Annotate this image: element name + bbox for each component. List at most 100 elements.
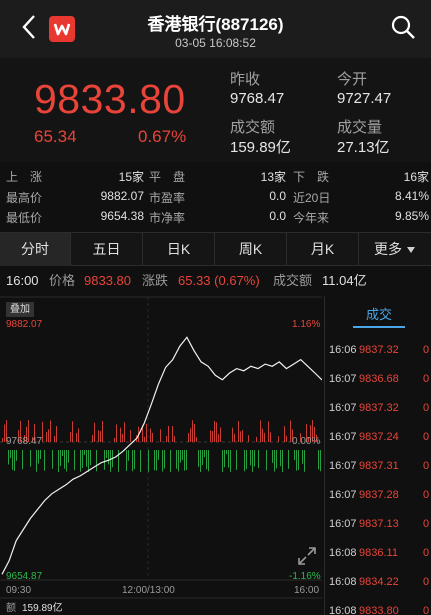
tab-weekly-k[interactable]: 周K <box>215 233 287 266</box>
up-label: 上 涨 <box>6 170 43 184</box>
x-axis-mid: 12:00/13:00 <box>122 585 175 596</box>
volume-bar <box>294 450 295 461</box>
d20-value: 8.41% <box>394 189 429 203</box>
quote-panel: 9833.80 65.34 0.67% 昨收 9768.47 今开 9727.4… <box>0 58 431 162</box>
tab-monthly-k[interactable]: 月K <box>287 233 359 266</box>
volume-bar <box>80 450 81 472</box>
trade-volume: 0 <box>423 576 430 588</box>
up-value: 15家 <box>118 170 144 184</box>
price-change: 65.34 <box>34 127 77 146</box>
volume-bar <box>250 450 251 466</box>
x-axis-end: 16:00 <box>294 585 320 596</box>
quote-timestamp: 03-05 16:08:52 <box>175 36 256 50</box>
info-amount-label: 成交额 <box>273 273 313 288</box>
volume-bar <box>188 433 189 442</box>
volume-bar <box>204 450 205 458</box>
volume-bar <box>182 450 183 461</box>
price-change-percent: 0.67% <box>138 127 187 146</box>
volume-bar <box>146 423 147 442</box>
volume-bar <box>92 434 93 442</box>
volume-bar <box>56 425 57 442</box>
volume-bar <box>60 450 61 466</box>
volume-bar <box>162 450 163 472</box>
trade-time: 16:08 <box>329 576 357 588</box>
volume-bar <box>10 450 11 459</box>
volume-bar <box>218 434 219 442</box>
tab-more[interactable]: 更多 <box>359 233 431 266</box>
trade-row: 16:07 9837.28 0 <box>325 481 431 510</box>
volume-bar <box>224 450 225 468</box>
volume-bar <box>74 450 75 471</box>
tab-daily-k[interactable]: 日K <box>143 233 215 266</box>
volume-bar <box>128 450 129 461</box>
trade-price: 9837.32 <box>359 344 399 356</box>
last-price: 9833.80 <box>34 76 186 122</box>
search-icon[interactable] <box>388 12 418 42</box>
volume-bar <box>78 428 79 442</box>
volume-bar <box>290 420 291 442</box>
trade-price: 9836.11 <box>359 547 398 559</box>
volume-bar <box>214 420 215 442</box>
overlay-badge[interactable]: 叠加 <box>6 302 34 317</box>
trade-time: 16:07 <box>329 460 357 472</box>
volume-bar <box>270 432 271 442</box>
volume-bar <box>16 450 17 461</box>
y-axis-mid-pct: 0.00% <box>292 436 321 447</box>
volume-bar <box>272 450 273 463</box>
volume-bar <box>152 432 153 442</box>
info-amount-value: 11.04亿 <box>322 273 367 288</box>
volume-label: 额 <box>6 603 16 614</box>
volume-bar <box>126 450 127 471</box>
volume-bar <box>298 450 299 471</box>
tab-five-day[interactable]: 五日 <box>71 233 143 266</box>
y-axis-low: 9654.87 <box>6 571 43 582</box>
volume-bar <box>12 450 13 470</box>
fullscreen-icon[interactable] <box>296 545 318 567</box>
tab-trades[interactable]: 成交 <box>353 304 405 323</box>
volume-bar <box>132 450 133 472</box>
volume-bar <box>154 450 155 471</box>
trade-price: 9837.32 <box>359 402 399 414</box>
trade-price: 9837.13 <box>359 518 399 530</box>
volume-label: 成交量 <box>337 119 383 136</box>
volume-bar <box>48 429 49 442</box>
volume-bar <box>184 450 185 471</box>
y-axis-high: 9882.07 <box>6 319 43 330</box>
volume-bar <box>238 421 239 442</box>
tab-more-label: 更多 <box>374 241 403 257</box>
volume-bar <box>44 450 45 471</box>
volume-bar <box>236 450 237 470</box>
tab-intraday[interactable]: 分时 <box>0 233 71 266</box>
intraday-chart[interactable] <box>0 296 322 615</box>
volume-bar <box>268 421 269 442</box>
y-axis-mid: 9768.47 <box>6 436 43 447</box>
info-change-label: 涨跌 <box>142 273 169 288</box>
volume-bar <box>36 450 37 472</box>
volume-bar <box>226 450 227 455</box>
period-tabs: 分时 五日 日K 周K 月K 更多 <box>0 232 431 266</box>
volume-bar <box>186 450 187 471</box>
prev-close-value: 9768.47 <box>230 90 285 107</box>
volume-bar <box>50 420 51 442</box>
d20-label: 近20日 <box>293 191 331 205</box>
open-value: 9727.47 <box>337 90 392 107</box>
volume-bar <box>216 422 217 442</box>
down-label: 下 跌 <box>293 170 330 184</box>
volume-bar <box>210 430 211 442</box>
volume-bar <box>102 420 103 442</box>
pb-label: 市净率 <box>149 211 186 225</box>
trade-row: 16:07 9837.32 0 <box>325 394 431 423</box>
volume-bar <box>144 436 145 442</box>
volume-bar <box>134 450 135 470</box>
volume-bar <box>100 431 101 442</box>
volume-bar <box>8 450 9 465</box>
pb-value: 0.0 <box>269 209 286 223</box>
trade-time: 16:07 <box>329 489 357 501</box>
ytd-value: 9.85% <box>394 209 429 223</box>
trade-time: 16:07 <box>329 431 357 443</box>
volume-bar <box>222 450 223 472</box>
volume-bar <box>318 450 319 470</box>
volume-bar <box>72 421 73 442</box>
volume-bar <box>196 437 197 442</box>
high-value: 9882.07 <box>100 189 144 203</box>
